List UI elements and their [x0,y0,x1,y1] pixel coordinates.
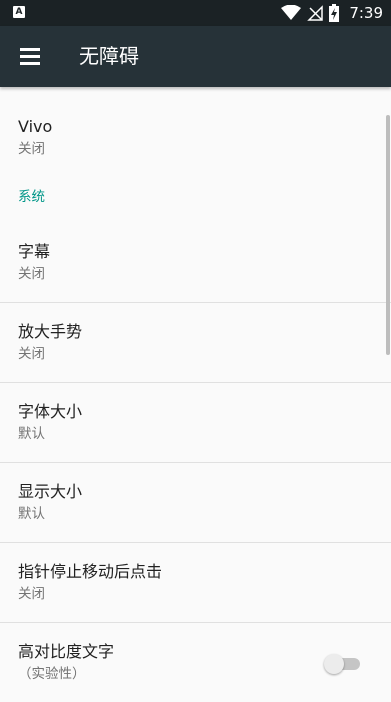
app-notification-icon: A [13,6,25,18]
status-icons: 7:39 [281,3,383,23]
item-summary: 关闭 [18,141,45,157]
item-title: 字幕 [18,242,51,261]
list-item-magnification-gesture[interactable]: 放大手势 关闭 [0,302,391,382]
item-title: 高对比度文字 [18,642,115,661]
status-time: 7:39 [349,4,383,22]
item-title: 显示大小 [18,482,83,501]
app-bar: 无障碍 [0,26,391,87]
list-item-font-size[interactable]: 字体大小 默认 [0,382,391,462]
menu-icon[interactable] [20,48,40,65]
item-title: 放大手势 [18,322,83,341]
high-contrast-toggle[interactable] [324,654,362,674]
wifi-icon [281,5,302,20]
item-summary: 关闭 [18,266,45,282]
list-item-captions[interactable]: 字幕 关闭 [0,222,391,302]
item-summary: 关闭 [18,586,45,602]
scrollbar[interactable] [386,115,390,355]
toggle-thumb [324,654,344,674]
item-summary: 默认 [18,506,45,522]
list-item-display-size[interactable]: 显示大小 默认 [0,462,391,542]
category-header-system: 系统 [18,189,45,205]
page-title: 无障碍 [79,44,139,68]
list-item-dwell-click[interactable]: 指针停止移动后点击 关闭 [0,542,391,622]
item-summary: （实验性） [18,666,86,682]
item-summary: 默认 [18,426,45,442]
list-item-vivo[interactable]: Vivo 关闭 [0,97,391,177]
item-title: 字体大小 [18,402,83,421]
item-summary: 关闭 [18,346,45,362]
item-title: Vivo [18,117,53,136]
battery-charging-icon [329,4,340,22]
item-title: 指针停止移动后点击 [18,562,163,581]
status-bar: A 7:39 [0,0,391,26]
signal-off-icon [307,5,324,21]
